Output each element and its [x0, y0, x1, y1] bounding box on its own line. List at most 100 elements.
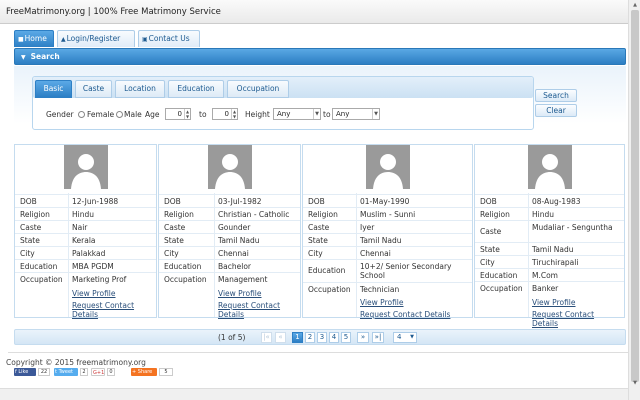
field-label-city: City — [20, 249, 35, 258]
field-label-dob: DOB — [20, 197, 37, 206]
search-tab-occupation[interactable]: Occupation — [227, 80, 289, 98]
field-label-religion: Religion — [480, 210, 510, 219]
next-page-button[interactable]: » — [357, 332, 369, 343]
stepper-arrows-icon[interactable]: ▲ ▼ — [184, 109, 190, 119]
row-divider — [15, 194, 156, 195]
page-button-2[interactable]: 2 — [305, 332, 315, 343]
avatar[interactable] — [365, 145, 410, 189]
field-value-city: Tiruchirapali — [532, 258, 579, 267]
height-from-select[interactable]: Any ▼ — [273, 108, 321, 120]
request-contact-link[interactable]: Request Contact Details — [532, 310, 616, 328]
field-label-dob: DOB — [480, 197, 497, 206]
scroll-down-icon[interactable]: ▼ — [629, 378, 640, 388]
clear-button[interactable]: Clear — [535, 104, 577, 117]
field-value-city: Chennai — [218, 249, 249, 258]
gender-female-radio[interactable] — [78, 111, 85, 118]
age-label: Age — [145, 110, 160, 119]
nav-tab-home[interactable]: ■Home — [14, 30, 54, 47]
request-contact-link[interactable]: Request Contact Details — [360, 310, 470, 319]
prev-page-button[interactable]: « — [275, 332, 286, 343]
field-value-caste: Nair — [72, 223, 88, 232]
request-contact-link[interactable]: Request Contact Details — [72, 301, 156, 319]
page-button-4[interactable]: 4 — [329, 332, 339, 343]
search-tab-basic[interactable]: Basic — [35, 80, 72, 98]
field-label-state: State — [480, 245, 500, 254]
facebook-like-count: 22 — [38, 368, 50, 376]
page-button-5[interactable]: 5 — [341, 332, 351, 343]
avatar[interactable] — [207, 145, 252, 189]
view-profile-link[interactable]: View Profile — [72, 289, 116, 298]
search-panel-header[interactable]: ▼ Search — [14, 48, 626, 65]
field-value-occupation: Banker — [532, 284, 559, 293]
horizontal-scrollbar[interactable] — [0, 388, 628, 400]
page-button-1[interactable]: 1 — [292, 332, 303, 343]
page-button-3[interactable]: 3 — [317, 332, 327, 343]
field-value-occupation: Management — [218, 275, 268, 284]
row-divider — [15, 259, 156, 260]
field-value-dob: 08-Aug-1983 — [532, 197, 581, 206]
field-label-education: Education — [308, 266, 346, 275]
vertical-scrollbar[interactable]: ▲ ▼ — [628, 0, 640, 400]
height-to-label: to — [323, 110, 331, 119]
field-label-education: Education — [20, 262, 58, 271]
avatar[interactable] — [63, 145, 108, 189]
field-value-religion: Hindu — [72, 210, 94, 219]
field-value-education: MBA PGDM — [72, 262, 114, 271]
field-label-caste: Caste — [480, 227, 502, 236]
last-page-button[interactable]: »| — [372, 332, 384, 343]
rows-per-page-select[interactable]: 4 ▼ — [393, 332, 417, 343]
field-value-state: Kerala — [72, 236, 96, 245]
field-label-occupation: Occupation — [20, 275, 63, 284]
search-panel-title: Search — [30, 52, 60, 61]
avatar[interactable] — [527, 145, 572, 189]
field-label-dob: DOB — [308, 197, 325, 206]
field-value-education: Bachelor — [218, 262, 251, 271]
field-label-caste: Caste — [308, 223, 330, 232]
field-value-dob: 12-Jun-1988 — [72, 197, 119, 206]
field-label-occupation: Occupation — [308, 285, 351, 294]
search-tab-education[interactable]: Education — [168, 80, 224, 98]
age-to-value: 0 — [224, 110, 229, 118]
row-divider — [475, 242, 624, 243]
field-label-caste: Caste — [20, 223, 42, 232]
column-divider — [214, 193, 215, 317]
gender-male-radio[interactable] — [116, 111, 123, 118]
nav-tab-contact-us[interactable]: ▣Contact Us — [138, 30, 200, 47]
nav-tab-login-register[interactable]: ▲Login/Register — [57, 30, 135, 47]
search-tab-caste[interactable]: Caste — [75, 80, 112, 98]
page-info: (1 of 5) — [218, 333, 246, 342]
search-button[interactable]: Search — [535, 89, 577, 102]
copyright-text: Copyright © 2015 freematrimony.org — [6, 358, 146, 367]
age-to-stepper[interactable]: 0 ▲ ▼ — [212, 108, 238, 120]
stepper-arrows-icon[interactable]: ▲ ▼ — [231, 109, 237, 119]
height-to-select[interactable]: Any ▼ — [332, 108, 380, 120]
google-plus-button[interactable]: G+1 — [91, 368, 105, 376]
mail-icon: ▣ — [142, 36, 148, 43]
view-profile-link[interactable]: View Profile — [218, 289, 262, 298]
column-divider — [68, 193, 69, 317]
row-divider — [159, 207, 300, 208]
home-icon: ■ — [18, 36, 24, 43]
field-label-city: City — [164, 249, 179, 258]
field-value-occupation: Technician — [360, 285, 400, 294]
tweet-button[interactable]: t Tweet — [54, 368, 78, 376]
row-divider — [475, 255, 624, 256]
row-divider — [475, 268, 624, 269]
share-button[interactable]: + Share — [131, 368, 157, 376]
view-profile-link[interactable]: View Profile — [532, 298, 576, 307]
field-value-city: Palakkad — [72, 249, 106, 258]
first-page-button[interactable]: |« — [261, 332, 272, 343]
main-nav: ■Home ▲Login/Register ▣Contact Us — [14, 30, 626, 47]
age-from-stepper[interactable]: 0 ▲ ▼ — [165, 108, 191, 120]
row-divider — [159, 272, 300, 273]
scroll-up-icon[interactable]: ▲ — [629, 0, 640, 10]
facebook-like-button[interactable]: f Like — [14, 368, 36, 376]
field-label-city: City — [480, 258, 495, 267]
field-value-caste: Mudaliar - Senguntha — [532, 223, 613, 232]
scrollbar-thumb[interactable] — [631, 10, 639, 382]
request-contact-link[interactable]: Request Contact Details — [218, 301, 302, 319]
row-divider — [159, 246, 300, 247]
search-tab-location[interactable]: Location — [115, 80, 165, 98]
view-profile-link[interactable]: View Profile — [360, 298, 404, 307]
row-divider — [15, 207, 156, 208]
